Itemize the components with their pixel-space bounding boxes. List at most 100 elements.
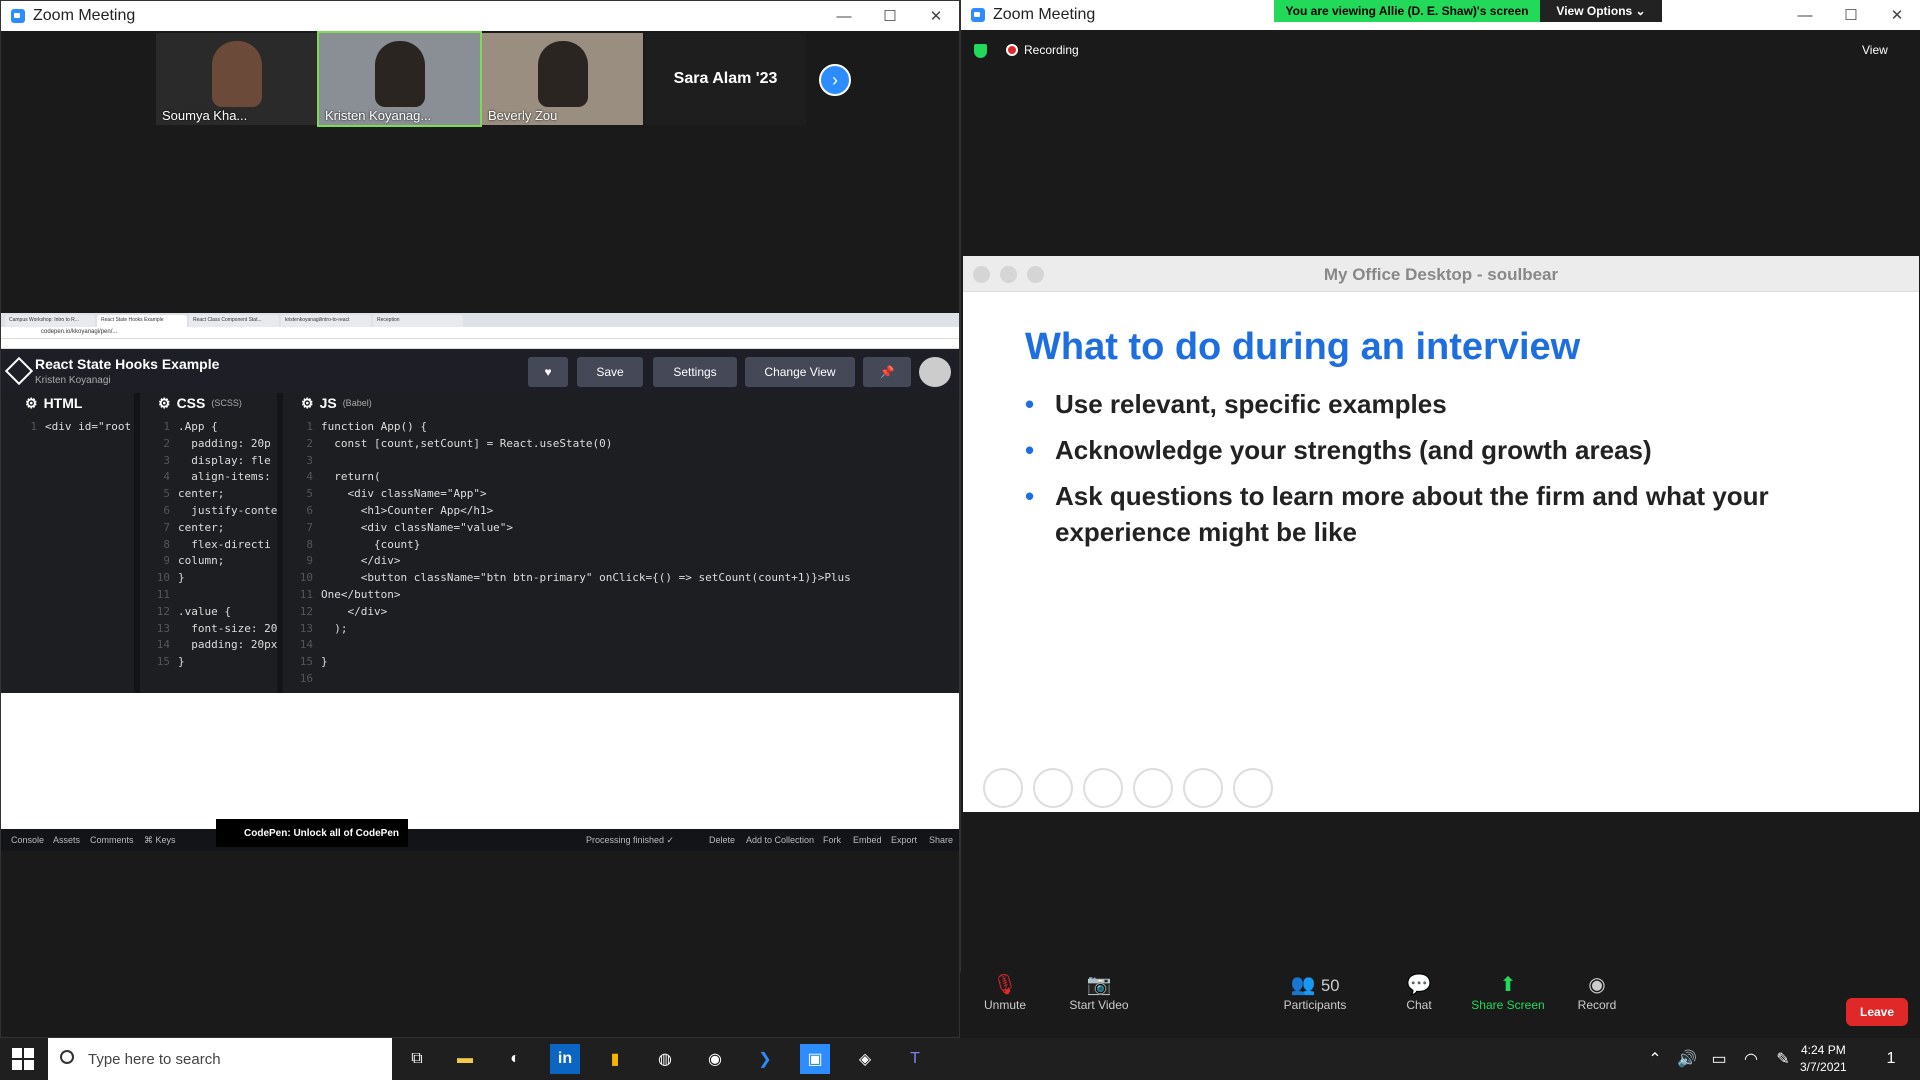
code-line[interactable]: 12 </div> [291, 604, 959, 621]
share-button[interactable]: Share [929, 835, 953, 845]
participant-tile[interactable]: Beverly Zou [482, 33, 643, 125]
pen-workspace-icon[interactable]: ✎ [1768, 1044, 1798, 1074]
participant-tile[interactable]: Soumya Kha... [156, 33, 317, 125]
code-line[interactable]: 9 column; [148, 553, 277, 570]
code-line[interactable]: 13 font-size: 20 [148, 621, 277, 638]
code-line[interactable]: 11 One</button> [291, 587, 959, 604]
code-line[interactable]: 6 <h1>Counter App</h1> [291, 503, 959, 520]
add-collection-button[interactable]: Add to Collection [746, 835, 814, 845]
pen-author[interactable]: Kristen Koyanagi [35, 375, 111, 386]
battery-icon[interactable]: ▭ [1704, 1044, 1734, 1074]
codepen-promo[interactable]: CodePen: Unlock all of CodePen [216, 819, 408, 847]
code-line[interactable]: 1 function App() { [291, 419, 959, 436]
maximize-icon[interactable]: ☐ [867, 1, 913, 31]
prev-slide-icon[interactable] [983, 768, 1023, 808]
participants-button[interactable]: 👥 50 Participants [1270, 972, 1360, 1012]
browser-tab[interactable]: Campus Workshop: Intro to R... [5, 315, 95, 327]
windows-start-icon[interactable] [12, 1048, 34, 1070]
code-line[interactable]: 2 padding: 20p [148, 436, 277, 453]
avatar[interactable] [919, 357, 951, 387]
app-icon[interactable]: ◐ [500, 1044, 530, 1074]
comments-button[interactable]: Comments [90, 835, 134, 845]
vscode-icon[interactable]: ❯ [750, 1044, 780, 1074]
linkedin-icon[interactable]: in [550, 1044, 580, 1074]
export-button[interactable]: Export [891, 835, 917, 845]
participant-tile[interactable]: Sara Alam '23 [645, 33, 806, 125]
more-icon[interactable] [1233, 768, 1273, 808]
pin-button[interactable]: 📌 [863, 357, 911, 387]
code-line[interactable]: 3 display: fle [148, 453, 277, 470]
preview-pane[interactable] [1, 713, 959, 829]
code-line[interactable]: 7 center; [148, 520, 277, 537]
wifi-icon[interactable]: ◠ [1736, 1044, 1766, 1074]
notifications-icon[interactable]: 1 [1876, 1044, 1906, 1074]
code-line[interactable]: 5 <div className="App"> [291, 486, 959, 503]
code-line[interactable]: 14 padding: 20px [148, 637, 277, 654]
code-line[interactable]: 1 <div id="root [15, 419, 134, 436]
view-options-button[interactable]: View Options ⌄ [1540, 0, 1662, 22]
code-line[interactable]: 16 [291, 671, 959, 688]
code-line[interactable]: 10} [148, 570, 277, 587]
code-line[interactable]: 3 [291, 453, 959, 470]
codepen-logo-icon[interactable] [4, 356, 34, 386]
chat-button[interactable]: 💬 Chat [1374, 972, 1464, 1012]
view-button[interactable]: View [1862, 43, 1888, 57]
next-participants-button[interactable]: › [819, 64, 851, 96]
browser-tab[interactable]: React Class Component Stat... [189, 315, 279, 327]
css-editor[interactable]: 1 .App {2 padding: 20p 3 display: fle 4 ali… [148, 413, 277, 671]
browser-tab[interactable]: kristenkoyanagi/intro-to-react [281, 315, 371, 327]
start-video-button[interactable]: 📷 Start Video [1054, 972, 1144, 1012]
minimize-icon[interactable]: — [821, 1, 867, 31]
zoom-taskbar-icon[interactable]: ▣ [800, 1044, 830, 1074]
app-icon[interactable]: ◍ [650, 1044, 680, 1074]
unmute-button[interactable]: 🎙 Unmute [960, 972, 1050, 1012]
gear-icon[interactable]: ⚙ [158, 395, 171, 412]
code-line[interactable]: 12 .value { [148, 604, 277, 621]
notes-icon[interactable]: ▮ [600, 1044, 630, 1074]
share-screen-button[interactable]: ⬆ Share Screen [1463, 972, 1553, 1012]
file-explorer-icon[interactable]: ▬ [450, 1044, 480, 1074]
gear-icon[interactable]: ⚙ [25, 395, 38, 412]
shield-icon[interactable] [974, 44, 987, 58]
code-line[interactable]: 11 [148, 587, 277, 604]
minimize-icon[interactable]: — [1782, 0, 1828, 30]
js-editor[interactable]: 1 function App() {2 const [count,setCount… [291, 413, 959, 688]
pen-icon[interactable] [1083, 768, 1123, 808]
code-line[interactable]: 13 ); [291, 621, 959, 638]
heart-button[interactable]: ♥ [528, 357, 568, 387]
chevron-up-icon[interactable]: ⌃ [1640, 1044, 1670, 1074]
code-line[interactable]: 15} [148, 654, 277, 671]
url-bar[interactable]: codepen.io/kkoyanagi/pen/... [1, 327, 959, 339]
delete-button[interactable]: Delete [709, 835, 735, 845]
html-editor[interactable]: 1 <div id="root [15, 413, 134, 436]
leave-button[interactable]: Leave [1846, 998, 1908, 1026]
fork-button[interactable]: Fork [823, 835, 841, 845]
discord-icon[interactable]: ◈ [850, 1044, 880, 1074]
code-line[interactable]: 5 center; [148, 486, 277, 503]
participant-tile-active[interactable]: Kristen Koyanag... [317, 31, 482, 127]
code-line[interactable]: 14 [291, 637, 959, 654]
change-view-button[interactable]: Change View [745, 357, 855, 387]
code-line[interactable]: 8 flex-directi [148, 537, 277, 554]
code-line[interactable]: 4 return( [291, 469, 959, 486]
teams-icon[interactable]: T [900, 1044, 930, 1074]
maximize-icon[interactable]: ☐ [1828, 0, 1874, 30]
clock[interactable]: 4:24 PM 3/7/2021 [1800, 1042, 1847, 1076]
code-line[interactable]: 2 const [count,setCount] = React.useStat… [291, 436, 959, 453]
code-line[interactable]: 1 .App { [148, 419, 277, 436]
assets-button[interactable]: Assets [53, 835, 80, 845]
console-button[interactable]: Console [11, 835, 44, 845]
save-button[interactable]: Save [577, 357, 643, 387]
chrome-icon[interactable]: ◉ [700, 1044, 730, 1074]
close-icon[interactable]: ✕ [913, 1, 959, 31]
code-line[interactable]: 10 <button className="btn btn-primary" o… [291, 570, 959, 587]
zoom-icon[interactable] [1183, 768, 1223, 808]
code-line[interactable]: 9 </div> [291, 553, 959, 570]
slides-grid-icon[interactable] [1133, 768, 1173, 808]
record-button[interactable]: ◉ Record [1552, 972, 1642, 1012]
next-slide-icon[interactable] [1033, 768, 1073, 808]
keys-button[interactable]: ⌘ Keys [144, 835, 176, 846]
code-line[interactable]: 8 {count} [291, 537, 959, 554]
taskbar-search[interactable]: Type here to search [48, 1038, 392, 1080]
gear-icon[interactable]: ⚙ [301, 395, 314, 412]
